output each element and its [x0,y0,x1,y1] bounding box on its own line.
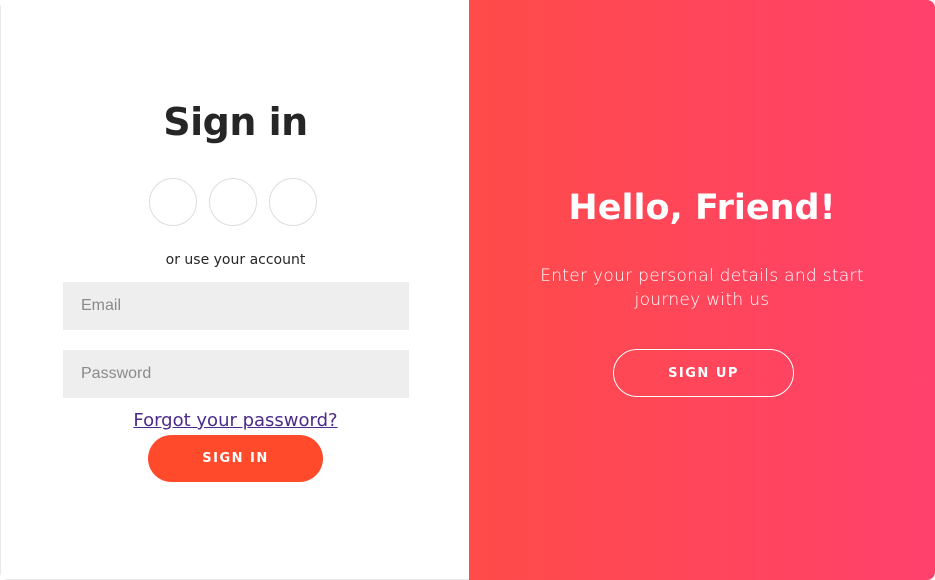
overlay-subtitle: Enter your personal details and start jo… [540,266,864,310]
sign-in-button[interactable]: SIGN IN [148,435,323,482]
linkedin-icon[interactable] [269,178,317,226]
facebook-icon[interactable] [149,178,197,226]
auth-container: Sign in or use your account Forgot your … [0,0,935,580]
email-field[interactable] [63,282,409,330]
overlay-title: Hello, Friend! [568,188,836,228]
social-buttons [149,178,317,226]
sign-in-title: Sign in [163,100,308,144]
forgot-password-link[interactable]: Forgot your password? [1,410,470,431]
password-field[interactable] [63,350,409,398]
google-icon[interactable] [209,178,257,226]
sign-up-button[interactable]: SIGN UP [613,349,794,397]
sign-in-panel: Sign in or use your account Forgot your … [0,0,469,580]
overlay-panel: Hello, Friend! Enter your personal detai… [469,0,935,580]
alt-signin-text: or use your account [165,252,306,268]
